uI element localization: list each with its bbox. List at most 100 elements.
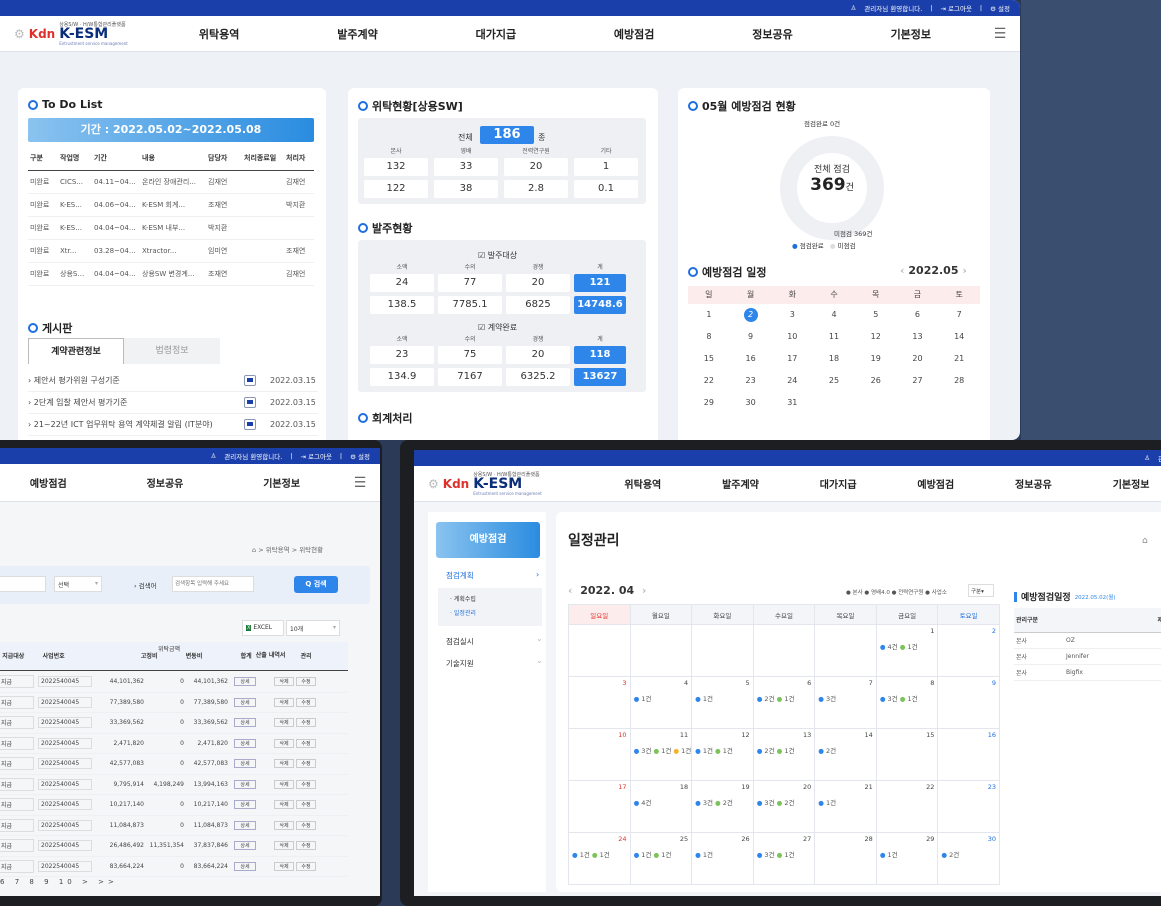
delete-button[interactable]: 삭제 — [274, 820, 294, 830]
pay-target-select[interactable]: 지급 — [0, 675, 34, 689]
business-no-select[interactable]: 2022540045 — [38, 696, 92, 708]
menu-execute[interactable]: 점검실시 — [446, 636, 474, 647]
list-item[interactable]: › 제안서 평가위원 구성기준 2022.03.15 — [28, 370, 318, 392]
delete-button[interactable]: 삭제 — [274, 800, 294, 810]
table-row[interactable]: 미완료 CICS... 04.11~04.29 온라인 장애관리... 김재언 김재언 — [28, 170, 314, 194]
pay-target-select[interactable]: 지급 — [0, 736, 34, 750]
nav-base-info[interactable]: 기본정보 — [1113, 476, 1150, 491]
prev-month-icon[interactable]: ‹ — [568, 584, 573, 597]
business-no-select[interactable]: 2022540045 — [38, 758, 92, 770]
delete-button[interactable]: 삭제 — [274, 718, 294, 728]
list-item[interactable]: › 21~22년 ICT 업무위탁 용역 계약체결 알림 (IT분야) 2022.… — [28, 414, 318, 436]
nav-base-info[interactable]: 기본정보 — [891, 26, 931, 42]
calendar-day[interactable]: 1 ● 4건 ● 1건 — [875, 624, 939, 677]
submenu-schedule[interactable]: · 일정관리 — [450, 608, 476, 617]
calendar-day[interactable]: 13 ● 2건 ● 1건 — [752, 728, 816, 781]
table-row[interactable]: 미완료 K-ES... 04.04~04.15 K-ESM 내부... 박지환 — [28, 216, 314, 240]
detail-button[interactable]: 상세 — [234, 800, 256, 810]
edit-button[interactable]: 수정 — [296, 861, 316, 871]
edit-button[interactable]: 수정 — [296, 800, 316, 810]
calendar-day[interactable]: 22 — [875, 780, 939, 833]
calendar-day[interactable]: 30 ● 2건 — [937, 832, 1000, 885]
edit-button[interactable]: 수정 — [296, 677, 316, 687]
logout-link[interactable]: ⇥ 로그아웃 — [300, 451, 331, 461]
business-no-select[interactable]: 2022540045 — [38, 840, 92, 852]
table-row[interactable]: 본사 Jennifer — [1014, 648, 1161, 665]
next-month-icon[interactable]: › — [962, 264, 967, 277]
search-box-left[interactable] — [0, 576, 46, 592]
calendar-day[interactable] — [629, 624, 693, 677]
next-month-icon[interactable]: › — [642, 584, 647, 597]
prev-month-icon[interactable]: ‹ — [900, 264, 905, 277]
nav-base-info[interactable]: 기본정보 — [263, 475, 300, 490]
calendar-day[interactable]: 14 ● 2건 — [814, 728, 877, 781]
calendar-day[interactable]: 24 ● 1건 ● 1건 — [568, 832, 631, 885]
pay-target-select[interactable]: 지급 — [0, 777, 34, 791]
list-item[interactable]: › 2단계 입찰 제안서 평가기준 2022.03.15 — [28, 392, 318, 414]
tab-law-info[interactable]: 법령정보 — [124, 338, 220, 364]
table-row[interactable]: 지급 2022540045 10,217,140 0 10,217,140 상세 삭제 수정 — [0, 795, 348, 816]
calendar-day[interactable]: 17 — [568, 780, 631, 833]
delete-button[interactable]: 삭제 — [274, 779, 294, 789]
delete-button[interactable]: 삭제 — [274, 738, 294, 748]
calendar-day[interactable]: 5 ● 1건 — [691, 676, 754, 729]
nav-inspection[interactable]: 예방점검 — [917, 476, 954, 491]
delete-button[interactable]: 삭제 — [274, 759, 294, 769]
calendar-day[interactable]: 7 ● 3건 — [814, 676, 877, 729]
calendar-day[interactable]: 6 ● 2건 ● 1건 — [752, 676, 816, 729]
pay-target-select[interactable]: 지급 — [0, 757, 34, 771]
calendar-day[interactable]: 26 ● 1건 — [691, 832, 754, 885]
excel-button[interactable]: X EXCEL — [242, 620, 284, 636]
table-row[interactable]: 본사 OZ — [1014, 632, 1161, 649]
calendar-day[interactable]: 23 — [937, 780, 1000, 833]
table-row[interactable]: 지급 2022540045 83,664,224 0 83,664,224 상세 삭제 수정 — [0, 857, 348, 877]
business-no-select[interactable]: 2022540045 — [38, 717, 92, 729]
nav-payment[interactable]: 대가지급 — [476, 26, 516, 42]
detail-button[interactable]: 상세 — [234, 718, 256, 728]
table-row[interactable]: 미완료 상용SW... 04.04~04.15 상용SW 변경계... 조재연 김재언 — [28, 262, 314, 286]
table-row[interactable]: 미완료 Xtr... 03.28~04.20 Xtractor... 임미연 조재연 — [28, 239, 314, 263]
calendar-day[interactable] — [814, 624, 877, 677]
nav-consign[interactable]: 위탁용역 — [624, 476, 661, 491]
business-no-select[interactable]: 2022540045 — [38, 860, 92, 872]
detail-button[interactable]: 상세 — [234, 697, 256, 707]
logout-link[interactable]: ⇥ 로그아웃 — [940, 3, 971, 13]
hamburger-icon[interactable]: ☰ — [980, 26, 1020, 42]
calendar-day[interactable] — [568, 624, 631, 677]
calendar-day[interactable]: 10 — [568, 728, 631, 781]
calendar-day[interactable]: 3 — [568, 676, 631, 729]
menu-plan[interactable]: 점검계획 — [446, 570, 474, 581]
edit-button[interactable]: 수정 — [296, 718, 316, 728]
detail-button[interactable]: 상세 — [234, 820, 256, 830]
delete-button[interactable]: 삭제 — [274, 677, 294, 687]
edit-button[interactable]: 수정 — [296, 738, 316, 748]
calendar-day[interactable] — [691, 624, 754, 677]
filter-select[interactable]: 구분▾ — [968, 584, 994, 597]
settings-link[interactable]: ⚙ 설정 — [990, 3, 1010, 13]
calendar-day[interactable]: 4 ● 1건 — [629, 676, 693, 729]
delete-button[interactable]: 삭제 — [274, 861, 294, 871]
calendar-day[interactable]: 19 ● 3건 ● 2건 — [691, 780, 754, 833]
nav-order[interactable]: 발주계약 — [722, 476, 759, 491]
home-icon[interactable]: ⌂ — [1142, 536, 1148, 546]
table-row[interactable]: 지급 2022540045 44,101,362 0 44,101,362 상세 삭제 수정 — [0, 672, 348, 693]
page-size-select[interactable]: 10개 ▾ — [286, 620, 340, 636]
search-button[interactable]: Q 검색 — [294, 576, 338, 593]
detail-button[interactable]: 상세 — [234, 779, 256, 789]
business-no-select[interactable]: 2022540045 — [38, 778, 92, 790]
logo[interactable]: ⚙ Kdn 상용S/W · H/W통합관리플랫폼 K-ESM Entrustme… — [0, 21, 150, 46]
pay-target-select[interactable]: 지급 — [0, 859, 34, 873]
calendar-day[interactable]: 18 ● 4건 — [629, 780, 693, 833]
pay-target-select[interactable]: 지급 — [0, 818, 34, 832]
table-row[interactable]: 지급 2022540045 26,486,492 11,351,354 37,837,8… — [0, 836, 348, 857]
calendar-day-selected[interactable]: 2 — [730, 308, 772, 330]
edit-button[interactable]: 수정 — [296, 841, 316, 851]
detail-button[interactable]: 상세 — [234, 759, 256, 769]
search-select[interactable]: 선택 ▾ — [54, 576, 102, 592]
delete-button[interactable]: 삭제 — [274, 841, 294, 851]
calendar-day[interactable]: 28 — [814, 832, 877, 885]
calendar-day[interactable]: 27 ● 3건 ● 1건 — [752, 832, 816, 885]
pay-target-select[interactable]: 지급 — [0, 695, 34, 709]
calendar-day[interactable]: 12 ● 1건 ● 1건 — [691, 728, 754, 781]
calendar-day[interactable]: 21 ● 1건 — [814, 780, 877, 833]
